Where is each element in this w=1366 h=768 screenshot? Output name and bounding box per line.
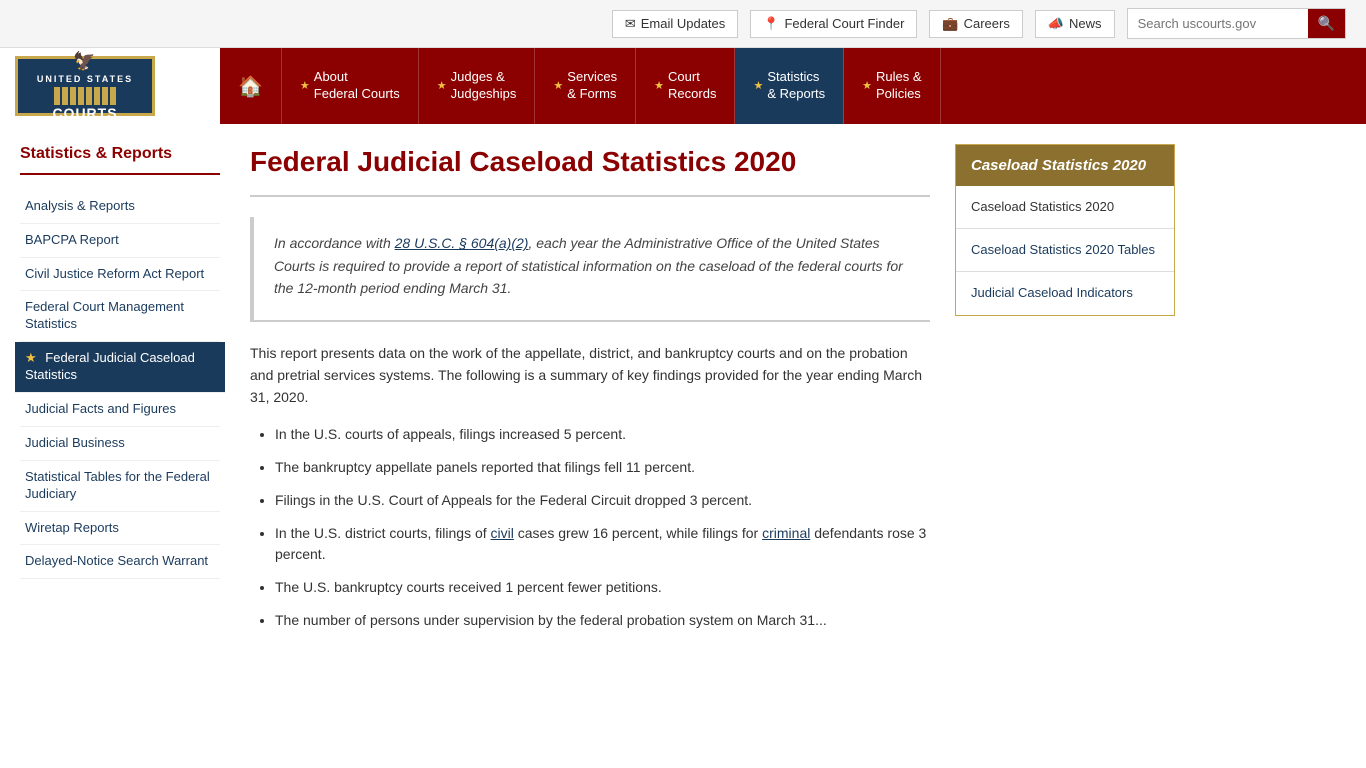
- search-input[interactable]: [1128, 11, 1308, 36]
- usc-link[interactable]: 28 U.S.C. § 604(a)(2): [395, 235, 529, 251]
- sidebar-title: Statistics & Reports: [20, 144, 220, 175]
- sidebar-item-wiretap[interactable]: Wiretap Reports: [20, 512, 220, 546]
- nav-home-button[interactable]: 🏠: [220, 48, 282, 124]
- right-panel: Caseload Statistics 2020 Caseload Statis…: [955, 144, 1175, 316]
- nav-about[interactable]: ★ About Federal Courts: [282, 48, 419, 124]
- sidebar-item-judicial-business[interactable]: Judicial Business: [20, 427, 220, 461]
- site-logo[interactable]: 🦅 UNITED STATES COURTS: [15, 56, 155, 116]
- right-panel-item-indicators[interactable]: Judicial Caseload Indicators: [956, 272, 1174, 314]
- sidebar-item-bapcpa[interactable]: BAPCPA Report: [20, 224, 220, 258]
- right-panel-item-tables[interactable]: Caseload Statistics 2020 Tables: [956, 229, 1174, 272]
- list-item: The bankruptcy appellate panels reported…: [275, 457, 930, 478]
- main-nav: 🏠 ★ About Federal Courts ★ Judges & Judg…: [220, 48, 1366, 124]
- megaphone-icon: 📣: [1048, 16, 1064, 32]
- email-updates-button[interactable]: ✉ Email Updates: [612, 10, 738, 38]
- header: 🦅 UNITED STATES COURTS 🏠 ★ About Federal…: [0, 48, 1366, 124]
- list-item: Filings in the U.S. Court of Appeals for…: [275, 490, 930, 511]
- active-star-icon: ★: [25, 350, 40, 365]
- top-bar: ✉ Email Updates 📍 Federal Court Finder 💼…: [0, 0, 1366, 48]
- list-item: The U.S. bankruptcy courts received 1 pe…: [275, 577, 930, 598]
- sidebar-item-judicial-facts[interactable]: Judicial Facts and Figures: [20, 393, 220, 427]
- search-button[interactable]: 🔍: [1308, 9, 1345, 38]
- sidebar-item-statistical-tables[interactable]: Statistical Tables for the Federal Judic…: [20, 461, 220, 512]
- intro-paragraph: This report presents data on the work of…: [250, 342, 930, 409]
- quote-block: In accordance with 28 U.S.C. § 604(a)(2)…: [250, 217, 930, 321]
- star-icon: ★: [753, 79, 763, 93]
- list-item: In the U.S. district courts, filings of …: [275, 523, 930, 565]
- sidebar-item-civil-justice[interactable]: Civil Justice Reform Act Report: [20, 258, 220, 292]
- sidebar-item-federal-judicial[interactable]: ★ Federal Judicial Caseload Statistics: [15, 342, 225, 393]
- federal-court-finder-button[interactable]: 📍 Federal Court Finder: [750, 10, 917, 38]
- main-content: Federal Judicial Caseload Statistics 202…: [250, 144, 930, 643]
- sidebar: Statistics & Reports Analysis & Reports …: [20, 144, 220, 643]
- criminal-link[interactable]: criminal: [762, 525, 810, 541]
- nav-rules[interactable]: ★ Rules & Policies: [844, 48, 940, 124]
- list-item: The number of persons under supervision …: [275, 610, 930, 631]
- nav-judges[interactable]: ★ Judges & Judgeships: [419, 48, 536, 124]
- nav-statistics[interactable]: ★ Statistics & Reports: [735, 48, 844, 124]
- news-button[interactable]: 📣 News: [1035, 10, 1115, 38]
- sidebar-item-analysis[interactable]: Analysis & Reports: [20, 190, 220, 224]
- nav-court-records[interactable]: ★ Court Records: [636, 48, 735, 124]
- star-icon: ★: [300, 79, 310, 93]
- page-title: Federal Judicial Caseload Statistics 202…: [250, 144, 930, 197]
- eagle-icon: 🦅: [73, 51, 96, 72]
- right-sidebar: Caseload Statistics 2020 Caseload Statis…: [955, 144, 1175, 643]
- search-container: 🔍: [1127, 8, 1346, 39]
- briefcase-icon: 💼: [942, 16, 958, 32]
- star-icon: ★: [437, 79, 447, 93]
- sidebar-item-federal-court-mgmt[interactable]: Federal Court Management Statistics: [20, 291, 220, 342]
- right-panel-item-caseload[interactable]: Caseload Statistics 2020: [956, 186, 1174, 229]
- list-item: In the U.S. courts of appeals, filings i…: [275, 424, 930, 445]
- main-container: Statistics & Reports Analysis & Reports …: [0, 124, 1366, 663]
- logo-area: 🦅 UNITED STATES COURTS: [0, 48, 220, 124]
- right-panel-title: Caseload Statistics 2020: [956, 145, 1174, 186]
- careers-button[interactable]: 💼 Careers: [929, 10, 1022, 38]
- email-icon: ✉: [625, 16, 636, 32]
- star-icon: ★: [654, 79, 664, 93]
- star-icon: ★: [862, 79, 872, 93]
- judicial-indicators-link[interactable]: Judicial Caseload Indicators: [971, 285, 1133, 300]
- location-icon: 📍: [763, 16, 779, 32]
- sidebar-item-delayed-notice[interactable]: Delayed-Notice Search Warrant: [20, 545, 220, 579]
- caseload-tables-link[interactable]: Caseload Statistics 2020 Tables: [971, 242, 1155, 257]
- findings-list: In the U.S. courts of appeals, filings i…: [250, 424, 930, 631]
- star-icon: ★: [553, 79, 563, 93]
- civil-link[interactable]: civil: [491, 525, 514, 541]
- nav-services[interactable]: ★ Services & Forms: [535, 48, 636, 124]
